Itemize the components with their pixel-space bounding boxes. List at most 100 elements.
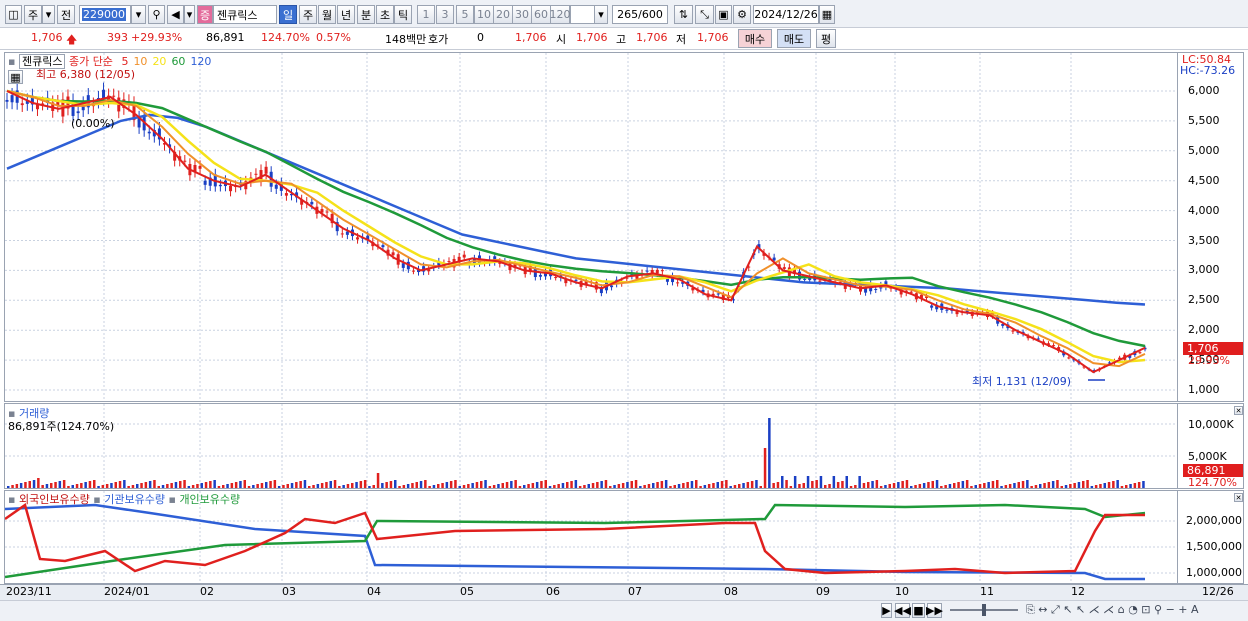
minute-tab-60[interactable]: 60 bbox=[531, 5, 551, 24]
candle-body bbox=[716, 293, 720, 295]
period-tab-1[interactable]: 주 bbox=[299, 5, 317, 24]
eval-button[interactable]: 평 bbox=[816, 29, 836, 48]
low-value: 1,706 bbox=[697, 31, 729, 44]
volume-bar bbox=[987, 482, 990, 488]
low-note: 최저 1,131 (12/09) bbox=[972, 375, 1072, 388]
volume-bar bbox=[673, 485, 676, 488]
volume-bar bbox=[140, 483, 143, 488]
minute-tab-10[interactable]: 10 bbox=[474, 5, 494, 24]
candle-body bbox=[401, 263, 405, 268]
up-arrow-icon: 🡅 bbox=[66, 33, 78, 46]
table-icon[interactable]: ▦ bbox=[8, 70, 23, 84]
candle-body bbox=[325, 211, 329, 213]
volume-bar bbox=[299, 481, 302, 488]
volume-bar bbox=[381, 483, 384, 488]
search-icon[interactable]: ⚲ bbox=[148, 5, 165, 24]
volume-bar bbox=[368, 486, 371, 488]
period-tab-2[interactable]: 월 bbox=[318, 5, 336, 24]
save-icon[interactable]: ▣ bbox=[715, 5, 732, 24]
date-field[interactable]: 2024/12/26 bbox=[753, 5, 819, 24]
buy-button[interactable]: 매수 bbox=[738, 29, 772, 48]
volume-bar bbox=[492, 485, 496, 488]
close-icon[interactable]: ✕ bbox=[1234, 493, 1243, 502]
close-icon[interactable]: ✕ bbox=[1234, 406, 1243, 415]
tool-icons[interactable]: ⎘ ↔ ⤢ ↖ ↖ ⋌ ⋌ ⌂ ◔ ⊡ ⚲ − + A bbox=[1026, 603, 1199, 617]
scroll-right-icon[interactable]: ▶ bbox=[881, 603, 892, 618]
fast-forward-icon[interactable]: ▶▶ bbox=[926, 603, 943, 618]
candle-body bbox=[538, 274, 542, 277]
type-prev-button[interactable]: 전 bbox=[57, 5, 75, 24]
price-tick: 3,000 bbox=[1188, 263, 1220, 277]
volume-bar bbox=[806, 476, 810, 488]
date-axis bbox=[0, 584, 1248, 600]
period-tab-4[interactable]: 분 bbox=[357, 5, 375, 24]
period-dropdown-icon[interactable]: ▾ bbox=[594, 5, 608, 24]
minute-tab-3[interactable]: 3 bbox=[436, 5, 454, 24]
gear-icon[interactable]: ⚙ bbox=[733, 5, 751, 24]
last-volume-pct: 124.70% bbox=[1188, 476, 1237, 489]
type-main-button[interactable]: 주 bbox=[24, 5, 42, 24]
code-input[interactable]: 229000 bbox=[79, 5, 131, 24]
rewind-icon[interactable]: ◀◀ bbox=[894, 603, 911, 618]
candle-body bbox=[20, 103, 24, 106]
window-icon[interactable]: ◫ bbox=[5, 5, 22, 24]
volume-bar bbox=[389, 481, 393, 488]
volume-bar bbox=[222, 485, 225, 488]
draw-tool-icon[interactable]: ⤡ bbox=[695, 5, 714, 24]
count-field[interactable]: 265/600 bbox=[612, 5, 668, 24]
sound-dropdown-icon[interactable]: ▾ bbox=[184, 5, 195, 24]
period-tab-6[interactable]: 틱 bbox=[394, 5, 412, 24]
candle-body bbox=[183, 160, 187, 162]
period-tab-5[interactable]: 초 bbox=[376, 5, 394, 24]
volume-bar bbox=[230, 483, 234, 488]
volume-bar bbox=[282, 485, 285, 488]
chevron-down-icon[interactable]: ▾ bbox=[42, 5, 55, 24]
volume-bar bbox=[888, 484, 891, 488]
volume-bar bbox=[978, 484, 982, 488]
calendar-icon[interactable]: ▦ bbox=[819, 5, 835, 24]
candle-body bbox=[610, 285, 614, 288]
volume-bar bbox=[931, 481, 934, 488]
volume-bar bbox=[617, 484, 621, 488]
volume-bar bbox=[28, 481, 31, 488]
period-tab-0[interactable]: 일 bbox=[279, 5, 297, 24]
date-label: 03 bbox=[282, 585, 296, 598]
date-label: 05 bbox=[460, 585, 474, 598]
volume-bar bbox=[621, 483, 625, 488]
volume-bar bbox=[183, 480, 186, 488]
volume-bar bbox=[80, 483, 83, 488]
code-dropdown-icon[interactable]: ▾ bbox=[131, 5, 146, 24]
candle-body bbox=[345, 231, 349, 235]
period-tab-3[interactable]: 년 bbox=[337, 5, 355, 24]
minute-tab-30[interactable]: 30 bbox=[512, 5, 532, 24]
volume-bar bbox=[763, 448, 767, 488]
price-chart[interactable] bbox=[5, 53, 1179, 401]
volume-bar bbox=[1116, 480, 1119, 488]
volume-bar bbox=[759, 486, 762, 488]
minute-tab-5[interactable]: 5 bbox=[456, 5, 474, 24]
date-label: 04 bbox=[367, 585, 381, 598]
volume-bar bbox=[613, 485, 616, 488]
minute-tab-20[interactable]: 20 bbox=[493, 5, 513, 24]
volume-bar bbox=[243, 480, 246, 488]
stock-name-field[interactable]: 젠큐릭스 bbox=[213, 5, 277, 24]
volume-bar bbox=[836, 482, 840, 488]
minute-tab-120[interactable]: 120 bbox=[550, 5, 571, 24]
volume-bar bbox=[965, 480, 969, 488]
chart-tool-icon[interactable]: ⇅ bbox=[674, 5, 693, 24]
volume-bar bbox=[824, 485, 827, 488]
zoom-slider-handle[interactable] bbox=[982, 604, 986, 616]
minute-tab-1[interactable]: 1 bbox=[417, 5, 435, 24]
stop-icon[interactable]: ■ bbox=[912, 603, 925, 618]
volume-chart[interactable] bbox=[5, 404, 1179, 488]
volume-bar bbox=[557, 484, 560, 488]
volume-bar bbox=[88, 481, 92, 488]
candle-body bbox=[1067, 357, 1071, 359]
volume-bar bbox=[953, 483, 956, 488]
sell-button[interactable]: 매도 bbox=[777, 29, 811, 48]
volume-bar bbox=[905, 480, 909, 488]
volume-bar bbox=[548, 486, 552, 488]
sound-icon[interactable]: ◀ bbox=[167, 5, 184, 24]
volume-bar bbox=[93, 480, 96, 488]
volume-bar bbox=[828, 484, 831, 488]
